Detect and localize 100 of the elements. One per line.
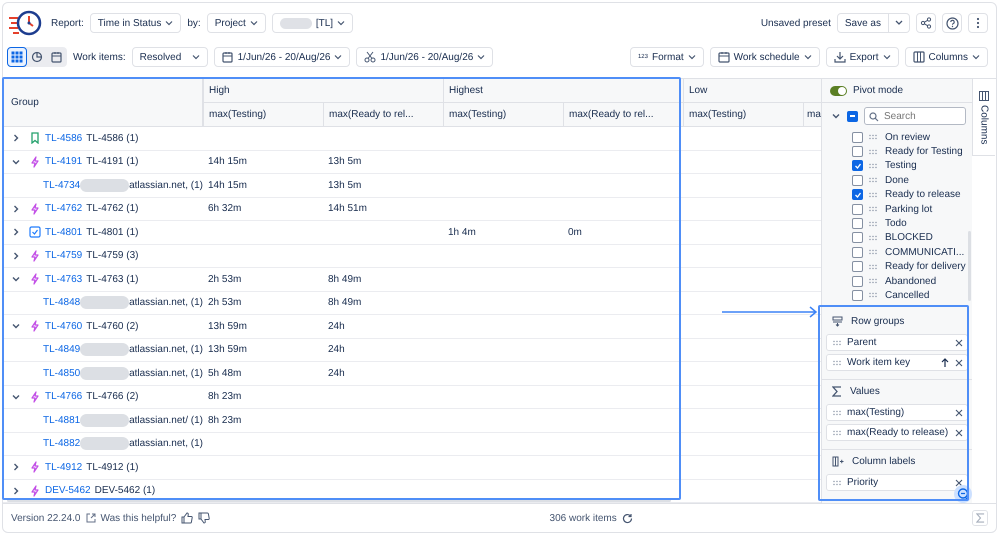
close-icon[interactable]: [955, 338, 963, 346]
drag-handle-icon[interactable]: [869, 264, 877, 270]
caret-icon: [337, 20, 346, 26]
columns-button[interactable]: Columns: [904, 47, 988, 67]
field-chip[interactable]: Parent: [826, 334, 968, 351]
thumbs-up-icon[interactable]: [181, 512, 194, 524]
sigma-icon: [976, 513, 984, 523]
field-label: Cancelled: [885, 290, 930, 301]
save-as-button[interactable]: Save as: [836, 13, 889, 33]
project-key-dropdown[interactable]: [TL]: [272, 13, 354, 33]
drag-handle-icon[interactable]: [869, 234, 877, 241]
work-item-link[interactable]: TL-4191: [45, 156, 82, 168]
external-link-icon[interactable]: [86, 513, 96, 523]
work-items-dropdown[interactable]: Resolved: [132, 47, 208, 67]
field-checkbox[interactable]: [852, 174, 863, 186]
group-label: atlassian.net/ (1): [129, 414, 203, 426]
drag-handle-icon[interactable]: [833, 430, 841, 436]
caret-icon: [192, 54, 200, 60]
chevron-icon[interactable]: [11, 133, 21, 144]
field-checkbox[interactable]: [852, 246, 863, 258]
field-checkbox[interactable]: [852, 218, 863, 230]
chevron-icon[interactable]: [11, 250, 21, 261]
work-item-link[interactable]: TL-4849: [43, 344, 80, 356]
columns-icon: [912, 51, 925, 63]
work-item-link[interactable]: TL-4734: [43, 180, 80, 191]
caret-icon: [250, 20, 258, 26]
field-checkbox[interactable]: [852, 261, 863, 272]
work-item-link[interactable]: TL-4882: [43, 438, 80, 450]
date-range-button[interactable]: 1/Jun/26 - 20/Aug/26: [214, 47, 350, 67]
drag-handle-icon[interactable]: [869, 162, 877, 169]
report-dropdown[interactable]: Time in Status: [90, 13, 182, 33]
drag-handle-icon[interactable]: [833, 410, 841, 416]
drag-handle-icon[interactable]: [869, 177, 877, 184]
drag-handle-icon[interactable]: [869, 249, 877, 256]
refresh-icon[interactable]: [622, 512, 633, 524]
search-field[interactable]: Search: [864, 107, 966, 125]
save-options-button[interactable]: [889, 13, 910, 33]
drag-handle-icon[interactable]: [869, 278, 877, 284]
export-button[interactable]: Export: [826, 47, 899, 67]
work-item-link[interactable]: DEV-5462: [45, 485, 91, 496]
caret-icon: [972, 54, 980, 60]
field-checkbox[interactable]: [852, 189, 863, 200]
work-item-link[interactable]: TL-4766: [45, 391, 82, 402]
pivot-toggle[interactable]: [830, 86, 847, 96]
field-checkbox[interactable]: [852, 146, 863, 158]
thumbs-down-icon[interactable]: [198, 512, 210, 524]
field-chip[interactable]: Priority: [826, 474, 968, 491]
field-checkbox[interactable]: [852, 290, 863, 301]
drag-handle-icon[interactable]: [869, 220, 877, 227]
view-button[interactable]: [7, 47, 27, 67]
work-item-link[interactable]: TL-4586: [45, 132, 82, 144]
field-chip[interactable]: max(Ready to release): [826, 424, 968, 441]
chevron-icon[interactable]: [11, 462, 21, 472]
chevron-icon[interactable]: [831, 111, 841, 121]
work-items-label: Work items:: [73, 52, 126, 62]
drag-handle-icon[interactable]: [869, 206, 877, 212]
drag-handle-icon[interactable]: [833, 340, 841, 346]
field-chip[interactable]: max(Testing): [826, 404, 968, 421]
close-icon[interactable]: [955, 358, 963, 366]
work-item-link[interactable]: TL-4912: [45, 462, 82, 473]
field-checkbox[interactable]: [852, 276, 863, 287]
chevron-icon[interactable]: [11, 486, 21, 496]
group-label: atlassian.net, (1): [129, 368, 203, 379]
work-item-link[interactable]: TL-4848: [43, 297, 80, 308]
drag-handle-icon[interactable]: [869, 292, 877, 298]
by-dropdown[interactable]: Project: [206, 13, 266, 33]
group-label: TL-4801 (1): [86, 226, 138, 238]
drag-handle-icon[interactable]: [869, 192, 877, 198]
drag-handle-icon[interactable]: [833, 360, 841, 366]
select-all-checkbox[interactable]: [847, 110, 858, 122]
work-item-link[interactable]: TL-4759: [45, 250, 82, 262]
field-checkbox[interactable]: [852, 160, 863, 172]
field-checkbox[interactable]: [852, 132, 863, 143]
drag-handle-icon[interactable]: [869, 148, 877, 155]
close-icon[interactable]: [955, 478, 963, 486]
chevron-icon[interactable]: [11, 204, 21, 214]
work-item-link[interactable]: TL-4762: [45, 203, 82, 214]
work-item-link[interactable]: TL-4801: [45, 226, 82, 238]
work-item-link[interactable]: TL-4850: [43, 368, 80, 379]
more-button[interactable]: [968, 13, 988, 33]
chevron-icon[interactable]: [11, 227, 21, 238]
group-label: TL-4912 (1): [86, 462, 138, 473]
drag-handle-icon[interactable]: [833, 480, 841, 486]
field-checkbox[interactable]: [852, 232, 863, 244]
share-button[interactable]: [916, 13, 936, 33]
close-icon[interactable]: [955, 408, 963, 416]
work-item-link[interactable]: TL-4881: [43, 414, 80, 426]
field-chip[interactable]: Work item key: [826, 354, 968, 371]
sort-up-icon[interactable]: [941, 358, 949, 368]
work-item-link[interactable]: TL-4760: [45, 320, 82, 332]
work-schedule-button[interactable]: Work schedule: [710, 47, 820, 67]
column-header: max(Ready to rel...: [569, 109, 654, 120]
help-button[interactable]: [942, 13, 962, 33]
group-label: TL-4763 (1): [86, 274, 138, 285]
close-icon[interactable]: [955, 428, 963, 436]
columns-side-tab[interactable]: Columns: [972, 79, 995, 156]
field-checkbox[interactable]: [852, 204, 863, 215]
work-item-link[interactable]: TL-4763: [45, 274, 82, 285]
cut-range-button[interactable]: 1/Jun/26 - 20/Aug/26: [356, 47, 494, 67]
drag-handle-icon[interactable]: [869, 134, 877, 140]
